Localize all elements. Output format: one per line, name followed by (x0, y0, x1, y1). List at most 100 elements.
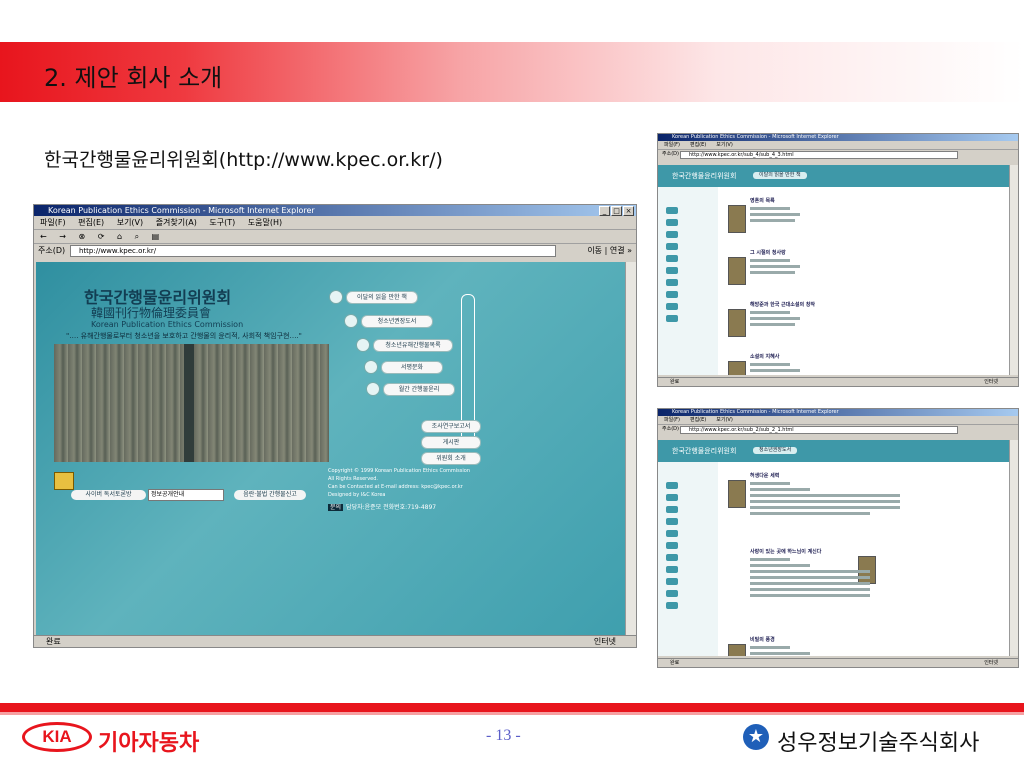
sidebar-item[interactable] (666, 291, 678, 298)
book-title[interactable]: 허생다운 세력 (750, 472, 779, 479)
list-item[interactable]: 영혼의 목록 (728, 195, 1001, 247)
menu-edit[interactable]: 편집(E) (690, 142, 706, 148)
address-label: 주소(D) (662, 151, 679, 157)
browser-window-recommended: Korean Publication Ethics Commission - M… (657, 408, 1019, 668)
sidebar-item[interactable] (666, 530, 678, 537)
sidebar-item[interactable] (666, 506, 678, 513)
status-bar: 완료 인터넷 (658, 658, 1018, 667)
list-item[interactable]: 해방준과 한국 근대소설의 창작 (728, 299, 1001, 351)
nav-harmful-list[interactable]: 청소년유해간행물목록 (373, 339, 453, 352)
go-button[interactable]: 이동 | 연결 » (587, 244, 632, 257)
menu-file[interactable]: 파일(F) (40, 218, 66, 227)
nav-research-report[interactable]: 조사연구보고서 (421, 420, 481, 433)
sidebar-item[interactable] (666, 279, 678, 286)
nav-icon (344, 314, 358, 328)
nav-monthly-book[interactable]: 이달의 읽을 만한 책 (346, 291, 418, 304)
menu-tools[interactable]: 도구(T) (209, 218, 235, 227)
back-icon[interactable]: ← (40, 232, 47, 241)
address-input[interactable]: http://www.kpec.or.kr/ (70, 245, 556, 257)
book-title[interactable]: 사랑이 있는 곳에 하느님이 계신다 (750, 548, 821, 555)
illegal-report-button[interactable]: 음란·불법 간행물신고 (234, 490, 306, 500)
menu-favorites[interactable]: 즐겨찾기(A) (156, 218, 197, 227)
sidebar-item[interactable] (666, 231, 678, 238)
list-item[interactable]: 허생다운 세력 (728, 470, 1001, 536)
menu-file[interactable]: 파일(F) (664, 142, 680, 148)
refresh-icon[interactable]: ⟳ (98, 232, 105, 241)
nav-board[interactable]: 게시판 (421, 436, 481, 449)
info-disclosure-select[interactable]: 정보공개안내 (148, 489, 224, 501)
vertical-scrollbar[interactable] (625, 262, 636, 635)
book-title[interactable]: 해방준과 한국 근대소설의 창작 (750, 301, 815, 308)
list-item[interactable]: 비밀의 풍경 (728, 634, 1001, 656)
book-title[interactable]: 영혼의 목록 (750, 197, 775, 204)
sidebar-item[interactable] (666, 255, 678, 262)
menu-view[interactable]: 보기(V) (716, 417, 733, 423)
links-label[interactable]: 연결 » (610, 246, 632, 255)
tab-youth-recommended[interactable]: 청소년권장도서 (753, 447, 798, 454)
company-star-icon: ★ (743, 724, 769, 750)
book-title[interactable]: 그 시절의 청사랑 (750, 249, 786, 256)
nav-review-culture[interactable]: 서평문화 (381, 361, 443, 374)
forward-icon[interactable]: → (59, 232, 66, 241)
sidebar-item[interactable] (666, 219, 678, 226)
web-page-content: 한국간행물윤리위원회 청소년권장도서 허생다운 세력 사랑이 있는 곳에 하느님… (658, 440, 1009, 656)
home-icon[interactable]: ⌂ (117, 232, 122, 241)
stop-icon[interactable]: ⊗ (79, 232, 86, 241)
sidebar-item[interactable] (666, 243, 678, 250)
tab-monthly-book[interactable]: 이달의 읽을 만한 책 (753, 172, 807, 179)
sidebar-item[interactable] (666, 267, 678, 274)
sidebar-item[interactable] (666, 590, 678, 597)
address-label: 주소(D) (662, 426, 679, 432)
sidebar-item[interactable] (666, 482, 678, 489)
go-label: 이동 (587, 246, 603, 255)
sidebar-item[interactable] (666, 315, 678, 322)
book-title[interactable]: 비밀의 풍경 (750, 636, 775, 643)
menu-edit[interactable]: 편집(E) (78, 218, 104, 227)
address-input[interactable]: http://www.kpec.or.kr/sub_2/sub_2_1.html (680, 426, 958, 434)
close-button[interactable]: × (623, 206, 634, 216)
menu-file[interactable]: 파일(F) (664, 417, 680, 423)
sidebar-item[interactable] (666, 494, 678, 501)
sidebar-item[interactable] (666, 207, 678, 214)
menu-help[interactable]: 도움말(H) (248, 218, 282, 227)
sidebar-item[interactable] (666, 542, 678, 549)
main-browser-window: Korean Publication Ethics Commission - M… (33, 204, 637, 648)
list-item[interactable]: 그 시절의 청사랑 (728, 247, 1001, 299)
site-logo[interactable]: 한국간행물윤리위원회 (672, 446, 736, 456)
nav-monthly-ethics[interactable]: 월간 간행물윤리 (383, 383, 455, 396)
status-text: 완료 (670, 379, 680, 385)
cyber-discussion-button[interactable]: 사이버 독서토론방 (71, 490, 146, 500)
nav-icon (366, 382, 380, 396)
vertical-scrollbar[interactable] (1009, 440, 1018, 656)
nav-committee-intro[interactable]: 위원회 소개 (421, 452, 481, 465)
nav-youth-recommended[interactable]: 청소년권장도서 (361, 315, 433, 328)
book-list: 허생다운 세력 사랑이 있는 곳에 하느님이 계신다 비밀의 풍경 (728, 462, 1009, 656)
vertical-scrollbar[interactable] (1009, 165, 1018, 375)
sidebar-item[interactable] (666, 602, 678, 609)
sidebar-item[interactable] (666, 578, 678, 585)
status-bar: 완료 인터넷 (658, 377, 1018, 386)
sidebar-item[interactable] (666, 554, 678, 561)
list-item[interactable]: 소설의 지혜사 (728, 351, 1001, 375)
copyright-line: All Rights Reserved. (328, 476, 379, 482)
sidebar (658, 187, 718, 375)
menu-view[interactable]: 보기(V) (716, 142, 733, 148)
menu-bar: 파일(F) 편집(E) 보기(V) 즐겨찾기(A) 도구(T) 도움말(H) (34, 216, 636, 230)
window-title: Korean Publication Ethics Commission - M… (672, 409, 839, 415)
sidebar-item[interactable] (666, 518, 678, 525)
minimize-button[interactable]: _ (599, 206, 610, 216)
search-icon[interactable]: ⌕ (135, 232, 139, 241)
window-titlebar: Korean Publication Ethics Commission - M… (658, 134, 1018, 141)
address-input[interactable]: http://www.kpec.or.kr/sub_4/sub_4_3.html (680, 151, 958, 159)
print-icon[interactable]: ▤ (152, 232, 160, 241)
list-item[interactable]: 사랑이 있는 곳에 하느님이 계신다 (728, 546, 1001, 626)
sidebar-item[interactable] (666, 303, 678, 310)
site-logo[interactable]: 한국간행물윤리위원회 (672, 171, 736, 181)
book-thumbnail (728, 205, 746, 233)
menu-bar: 파일(F) 편집(E) 보기(V) (658, 416, 1018, 425)
maximize-button[interactable]: □ (611, 206, 622, 216)
sidebar-item[interactable] (666, 566, 678, 573)
menu-view[interactable]: 보기(V) (117, 218, 143, 227)
menu-edit[interactable]: 편집(E) (690, 417, 706, 423)
book-title[interactable]: 소설의 지혜사 (750, 353, 779, 360)
